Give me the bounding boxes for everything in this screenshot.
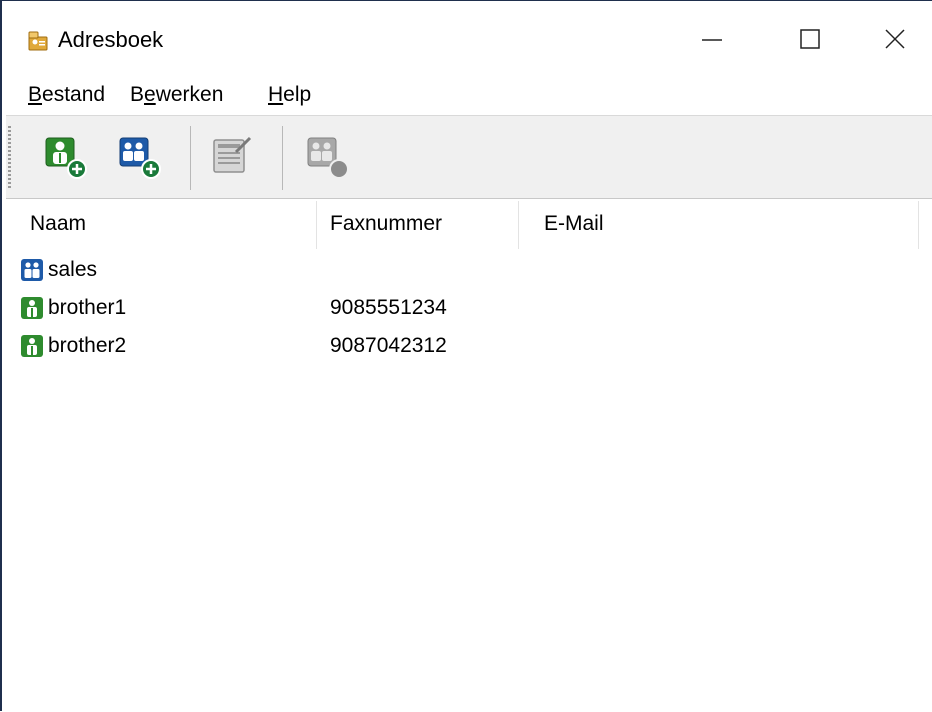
menu-bar: Bestand Bewerken Help (2, 79, 932, 113)
window-title: Adresboek (58, 27, 164, 52)
title-bar[interactable]: Adresboek (2, 1, 932, 71)
list-item[interactable]: brother1 9085551234 (6, 289, 932, 327)
contact-name: brother1 (48, 296, 127, 319)
maximize-icon[interactable] (780, 9, 840, 69)
menu-bewerken-rest: werken (155, 83, 224, 106)
person-icon (21, 297, 43, 319)
contact-fax: 9085551234 (330, 296, 447, 319)
group-icon (21, 259, 43, 281)
menu-bestand[interactable]: Bestand (28, 81, 105, 109)
menu-bewerken[interactable]: Bewerken (130, 81, 223, 109)
toolbar (6, 115, 932, 199)
list-item[interactable]: brother2 9087042312 (6, 327, 932, 365)
menu-bewerken-mnemonic: e (144, 83, 156, 106)
menu-bewerken-pre: B (130, 83, 145, 106)
toolbar-grip[interactable] (8, 126, 11, 190)
contact-name: sales (48, 258, 98, 281)
column-divider[interactable] (918, 201, 919, 249)
toolbar-separator (190, 126, 191, 190)
contact-list[interactable]: Naam Faxnummer E-Mail sales brother1 908… (6, 199, 932, 712)
minimize-icon[interactable] (682, 9, 742, 69)
column-header-fax[interactable]: Faxnummer (306, 199, 518, 249)
address-book-icon (28, 31, 48, 51)
column-divider[interactable] (518, 201, 519, 249)
menu-bestand-mnemonic: B (28, 83, 43, 106)
menu-bestand-rest: estand (42, 83, 106, 106)
delete-icon[interactable] (302, 130, 358, 186)
list-item[interactable]: sales (6, 251, 932, 289)
address-book-window: Adresboek Bestand Bewerken Help Naam Fax… (0, 0, 932, 712)
menu-help[interactable]: Help (268, 81, 311, 109)
add-group-icon[interactable] (114, 130, 170, 186)
toolbar-separator (282, 126, 283, 190)
person-icon (21, 335, 43, 357)
add-contact-icon[interactable] (40, 130, 96, 186)
menu-help-mnemonic: H (268, 83, 284, 106)
close-icon[interactable] (866, 9, 926, 69)
contact-name: brother2 (48, 334, 127, 357)
edit-icon[interactable] (206, 130, 262, 186)
contact-fax: 9087042312 (330, 334, 447, 357)
menu-help-rest: elp (283, 83, 312, 106)
column-header-email[interactable]: E-Mail (520, 199, 920, 249)
column-header-name[interactable]: Naam (6, 199, 316, 249)
